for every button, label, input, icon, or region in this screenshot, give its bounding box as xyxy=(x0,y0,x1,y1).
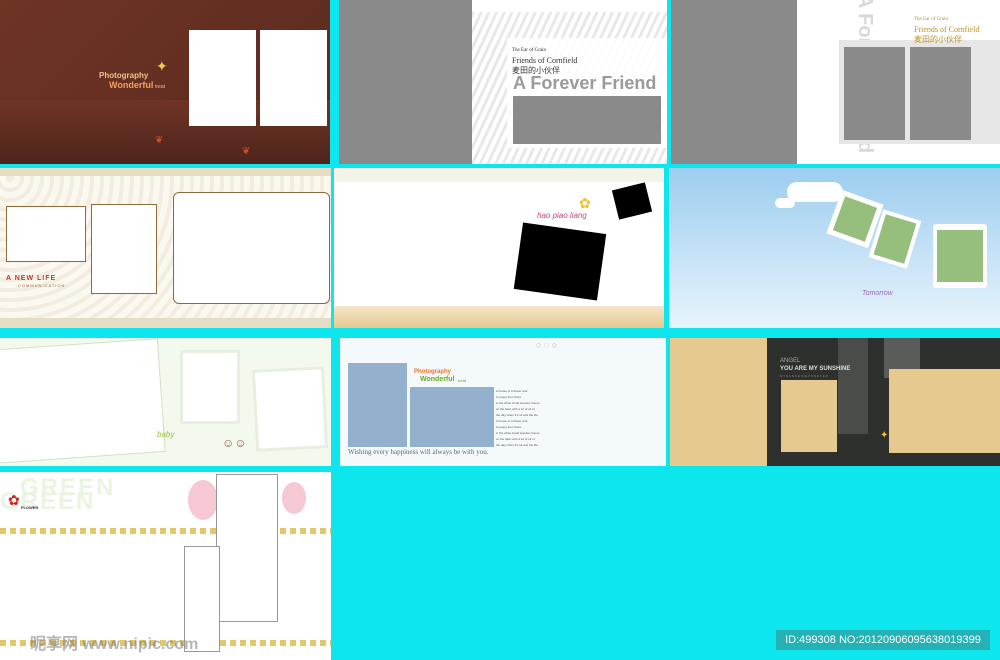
template-thumbnail-1[interactable]: Photography Wonderful treat ✦ ❦ ❦ xyxy=(0,0,330,164)
photo-slot xyxy=(410,387,494,447)
kids-illustration-icon: ☺☺ xyxy=(222,436,247,450)
brand-label: Friends of Cornfield xyxy=(512,56,578,65)
template-thumbnail-5[interactable]: ✿ hao piao liang xyxy=(334,168,664,328)
wonderful-label: Wonderful xyxy=(109,80,154,90)
brand-small-label: The Ear of Grain xyxy=(512,48,547,53)
template-thumbnail-9[interactable]: ANGEL YOU ARE MY SUNSHINE M Y S U N S H … xyxy=(670,338,1000,466)
brand-small-label: The Ear of Grain xyxy=(914,17,949,22)
tagline: Tomorrow xyxy=(862,290,893,297)
top-band xyxy=(334,168,664,182)
poem-line: the day when It's sit and the life. xyxy=(496,443,539,447)
photo-slot xyxy=(611,182,653,220)
photo-slot xyxy=(844,47,905,140)
pink-bloom xyxy=(282,482,306,514)
wonderful-label: Wonderful xyxy=(420,376,455,383)
flower-icon: ✿ xyxy=(8,492,20,508)
brand-label: Friends of Cornfield xyxy=(914,25,980,34)
photo-slot xyxy=(513,96,661,144)
sunshine-title: YOU ARE MY SUNSHINE xyxy=(780,366,851,372)
id-watermark: ID:499308 NO:20120906095638019399 xyxy=(776,630,990,650)
cloud-shape xyxy=(787,182,843,202)
cloud-shape xyxy=(775,198,795,208)
photo-slot xyxy=(216,474,278,622)
headline: A Forever Friend xyxy=(513,73,657,93)
photo-slot xyxy=(910,47,971,140)
photo-slot xyxy=(781,380,837,452)
tagline: hao piao liang xyxy=(537,211,587,220)
leaf-icon: ❦ xyxy=(242,146,251,157)
photography-label: Photography xyxy=(99,71,149,80)
photo-slot xyxy=(0,338,166,464)
photo-slot xyxy=(339,0,472,164)
template-thumbnail-2[interactable]: The Ear of Grain Friends of Cornfield 麦田… xyxy=(339,0,667,164)
template-thumbnail-8[interactable]: Photography Wonderful treat A house of a… xyxy=(340,338,666,466)
photo-slot xyxy=(6,206,86,262)
poem-block: A house of a flower and A puppy then the… xyxy=(496,388,566,448)
lace-border xyxy=(0,168,331,176)
photo-slot xyxy=(513,222,607,301)
lace-border xyxy=(0,318,331,328)
template-thumbnail-6[interactable]: Tomorrow xyxy=(669,168,1000,328)
photo-slot xyxy=(889,369,1000,453)
photography-label: Photography xyxy=(414,369,451,375)
flower-label: FLOWER xyxy=(21,505,39,510)
site-watermark: 昵享网 www.nipic.com xyxy=(30,636,199,653)
treat-label: treat xyxy=(458,378,467,383)
photo-slot xyxy=(189,30,256,126)
photo-frame xyxy=(933,224,987,288)
brand-cn-label: 麦田的小伙伴 xyxy=(914,35,962,44)
pink-bloom xyxy=(188,480,218,520)
template-thumbnail-3[interactable]: A Forever Friend The Ear of Grain Friend… xyxy=(671,0,1000,164)
gray-strip xyxy=(838,338,868,434)
photo-slot xyxy=(180,350,240,424)
angel-label: ANGEL xyxy=(780,358,801,364)
template-thumbnail-4[interactable]: A NEW LIFE COMMUNICATION xyxy=(0,168,331,328)
template-thumbnail-7[interactable]: baby ☺☺ xyxy=(0,338,331,466)
photo-slot xyxy=(173,192,330,304)
film-strip xyxy=(0,528,331,534)
photo-slot xyxy=(348,363,407,447)
photo-slot xyxy=(671,0,797,164)
sunshine-sub: M Y S U N S H I N E F O R E V E R xyxy=(780,374,828,378)
photo-slot xyxy=(251,366,329,452)
photo-slot xyxy=(91,204,157,294)
sunflower-icon: ✿ xyxy=(579,195,591,211)
bee-icon: ✦ xyxy=(880,430,889,441)
leaf-icon: ❦ xyxy=(155,135,164,146)
bubbles-icon: ○ ◌ ○ xyxy=(536,340,558,350)
bee-icon: ✦ xyxy=(156,58,168,74)
tagline: baby xyxy=(157,430,175,439)
bottom-band xyxy=(334,306,664,328)
caption: Wishing every happiness will always be w… xyxy=(348,448,489,456)
communication-label: COMMUNICATION xyxy=(18,283,66,288)
treat-label: treat xyxy=(155,84,166,90)
photo-slot xyxy=(260,30,327,126)
new-life-title: A NEW LIFE xyxy=(6,275,57,282)
